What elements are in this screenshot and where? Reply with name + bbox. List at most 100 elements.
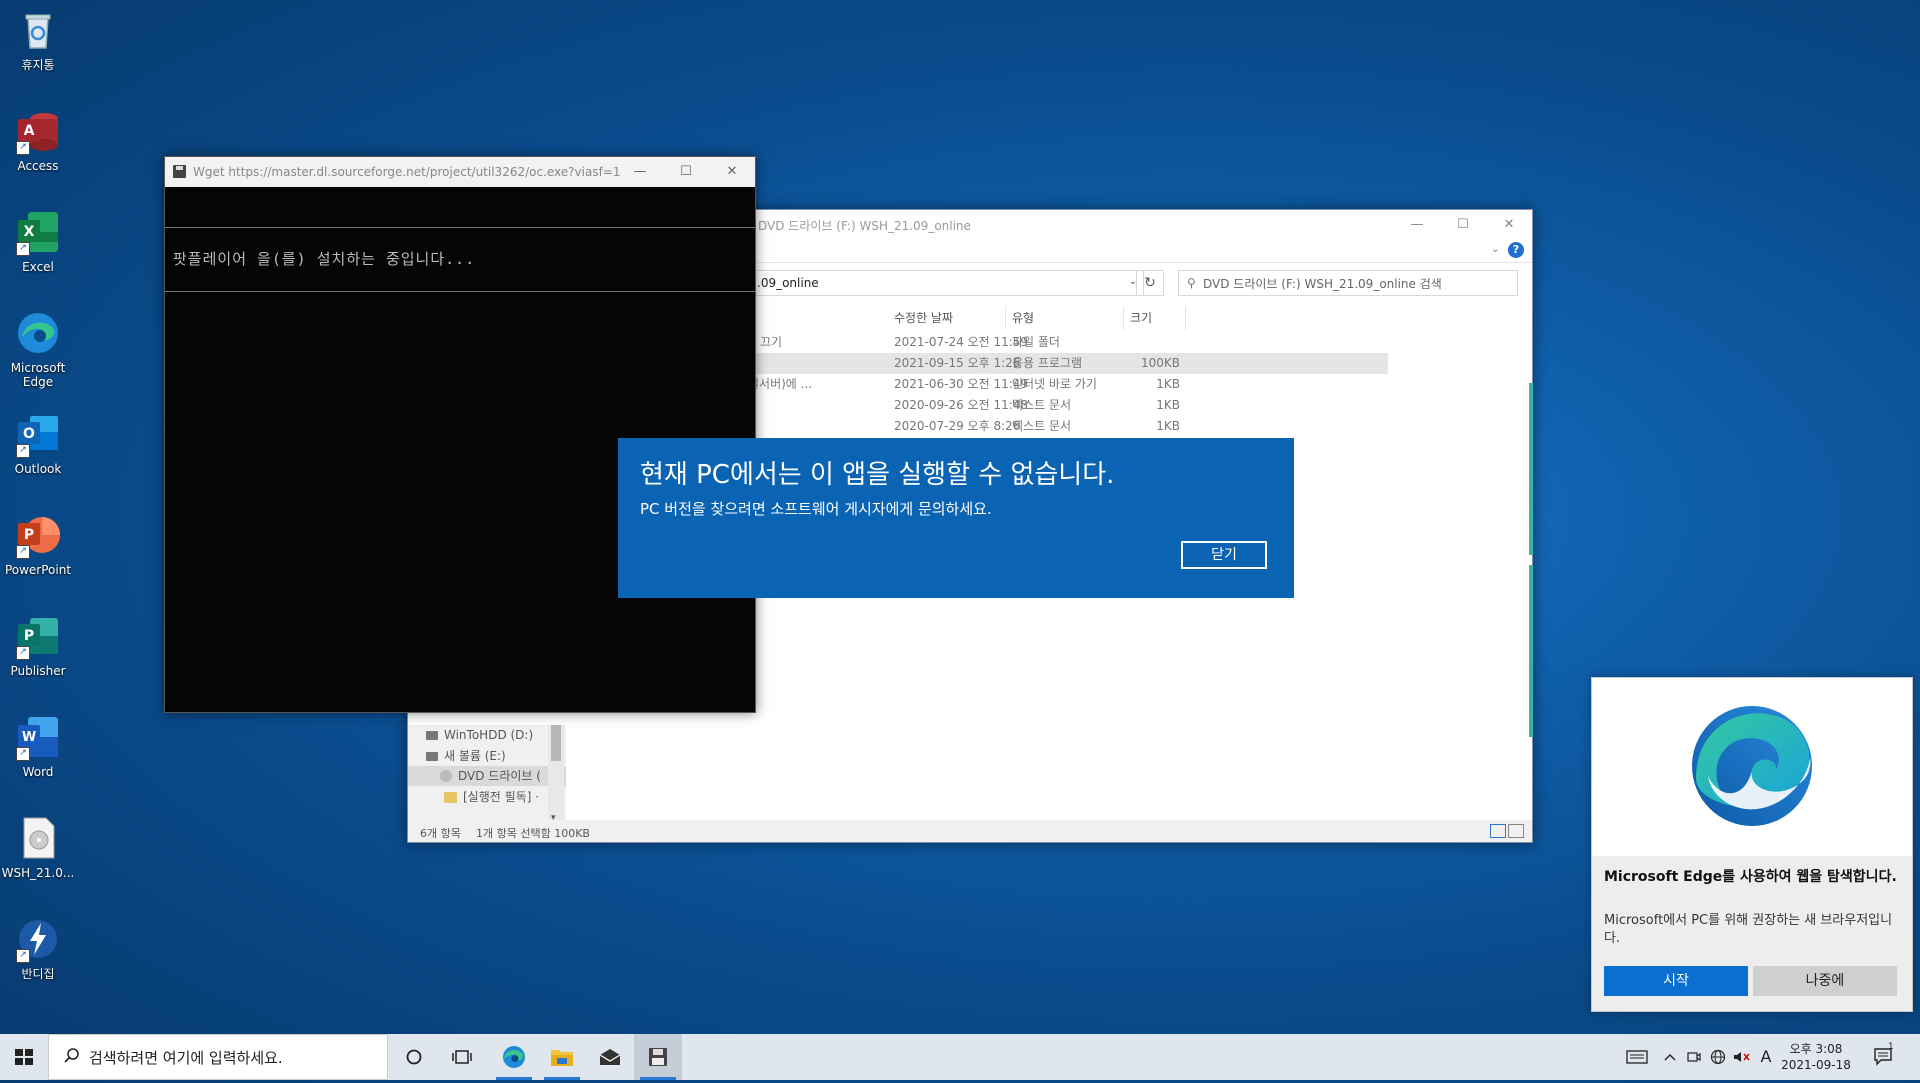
file-type: 텍스트 문서 [1012,398,1072,412]
desktop-icon-outlook[interactable]: O ↗ Outlook [0,410,76,476]
drive-icon [426,730,438,740]
console-title: Wget https://master.dl.sourceforge.net/p… [193,165,621,179]
desktop-icon-label: WSH_21.0... [1,866,75,880]
nav-item-drive-e[interactable]: 새 볼륨 (E:) [426,746,506,766]
taskbar-wget-console[interactable] [634,1034,682,1080]
close-button[interactable]: ✕ [1486,210,1532,240]
clock-time: 오후 3:08 [1789,1042,1843,1056]
desktop-icon-recycle-bin[interactable]: 휴지통 [0,6,76,72]
file-row[interactable]: 2020-07-29 오후 8:26 텍스트 문서 1KB [748,416,1388,437]
close-button[interactable]: ✕ [709,157,755,187]
maximize-button[interactable]: ☐ [663,157,709,187]
show-hidden-icons-chevron-icon[interactable] [1660,1034,1680,1080]
column-type[interactable]: 유형 [1006,306,1124,330]
cortana-button[interactable] [390,1034,438,1080]
console-titlebar[interactable]: Wget https://master.dl.sourceforge.net/p… [165,157,755,187]
start-button[interactable] [0,1034,48,1080]
desktop-icon-edge[interactable]: Microsoft Edge [0,309,76,389]
shortcut-arrow-icon: ↗ [16,747,30,761]
large-icons-view-icon[interactable] [1508,824,1524,838]
notification-center-button[interactable]: 1 [1864,1034,1904,1080]
notification-hero [1592,678,1912,856]
file-type: 응용 프로그램 [1012,356,1083,370]
clock-date: 2021-09-18 [1781,1058,1851,1072]
close-dialog-button[interactable]: 닫기 [1181,541,1267,569]
desktop-icon-access[interactable]: A ↗ Access [0,107,76,173]
taskbar-mail[interactable] [586,1034,634,1080]
desktop-icon-label: 휴지통 [21,58,55,72]
shortcut-arrow-icon: ↗ [16,949,30,963]
start-button[interactable]: 시작 [1604,966,1748,996]
ime-mode-indicator[interactable]: A [1756,1034,1776,1080]
nav-item-label: [실행전 필독] · [463,790,540,804]
nav-item-dvd-drive[interactable]: DVD 드라이브 ( [408,766,566,786]
desktop-icon-word[interactable]: W ↗ Word [0,713,76,779]
edge-icon [14,309,62,357]
taskbar: 검색하려면 여기에 입력하세요. A 오후 3:08 2021-09-18 1 [0,1034,1920,1080]
minimize-button[interactable]: — [1394,210,1440,240]
details-view-icon[interactable] [1490,824,1506,838]
later-button[interactable]: 나중에 [1753,966,1897,996]
console-window[interactable]: Wget https://master.dl.sourceforge.net/p… [164,156,756,713]
desktop-icon-label: Access [17,159,59,173]
word-icon: W ↗ [14,713,62,761]
file-size: 1KB [1156,398,1180,412]
scroll-thumb[interactable] [551,725,561,761]
taskbar-edge[interactable] [490,1034,538,1080]
column-size[interactable]: 크기 [1124,306,1186,330]
address-bar[interactable]: .09_online ⌄ [748,270,1144,296]
taskbar-search-input[interactable]: 검색하려면 여기에 입력하세요. [48,1034,388,1080]
task-view-button[interactable] [438,1034,486,1080]
window-edge-accent [1529,383,1533,555]
file-row[interactable]: 일서버)에 ... 2021-06-30 오전 11:49 인터넷 바로 가기 … [748,374,1388,395]
desktop-icon-excel[interactable]: X ↗ Excel [0,208,76,274]
shortcut-arrow-icon: ↗ [16,242,30,256]
network-globe-icon[interactable] [1708,1034,1728,1080]
refresh-button[interactable]: ↻ [1136,270,1164,296]
desktop-icon-bandizip[interactable]: ↗ 반디집 [0,915,76,981]
file-type: 텍스트 문서 [1012,419,1072,433]
minimize-button[interactable]: — [617,157,663,187]
svg-text:O: O [23,426,35,442]
search-input[interactable]: ⚲ DVD 드라이브 (F:) WSH_21.09_online 검색 [1178,270,1518,296]
taskbar-file-explorer[interactable] [538,1034,586,1080]
dialog-message: PC 버전을 찾으려면 소프트웨어 게시자에게 문의하세요. [640,500,992,518]
input-indicator-icon[interactable] [1622,1034,1652,1080]
file-date: 2021-06-30 오전 11:49 [894,377,1029,391]
disc-image-icon [14,814,62,862]
windows-logo-icon [15,1049,33,1065]
svg-text:W: W [22,730,36,745]
file-date: 2021-09-15 오후 1:26 [894,356,1021,370]
console-divider [165,227,755,228]
file-date: 2020-07-29 오후 8:26 [894,419,1021,433]
floppy-disk-icon [173,165,186,178]
column-date[interactable]: 수정한 날짜 [888,306,1006,330]
task-view-icon [452,1050,472,1064]
edge-logo-icon [1692,706,1812,826]
ribbon-expand-icon[interactable]: ⌄ [1491,242,1500,255]
volume-muted-icon[interactable] [1732,1034,1752,1080]
svg-text:X: X [24,224,35,240]
file-size: 100KB [1140,356,1180,370]
file-row[interactable]: 2020-09-26 오전 11:48 텍스트 문서 1KB [748,395,1388,416]
desktop-icon-powerpoint[interactable]: P ↗ PowerPoint [0,511,76,577]
status-bar: 6개 항목 1개 항목 선택함 100KB [408,820,1532,842]
notification-badge: 1 [1888,1042,1894,1052]
column-name[interactable] [748,306,888,330]
file-row[interactable]: 끄기 2021-07-24 오전 11:59 파일 폴더 [748,332,1388,353]
notification-text: Microsoft에서 PC를 위해 권장하는 새 브라우저입니다. [1604,913,1893,946]
taskbar-search-placeholder: 검색하려면 여기에 입력하세요. [89,1048,283,1067]
file-row[interactable]: 2021-09-15 오후 1:26 응용 프로그램 100KB [748,353,1388,374]
nav-item-drive-d[interactable]: WinToHDD (D:) [426,725,533,745]
shortcut-arrow-icon: ↗ [16,444,30,458]
desktop-icon-disc-image[interactable]: WSH_21.0... [0,814,76,880]
nav-item-folder[interactable]: [실행전 필독] · [444,787,539,807]
taskbar-clock[interactable]: 오후 3:08 2021-09-18 [1776,1041,1856,1073]
desktop-icon-publisher[interactable]: P ↗ Publisher [0,612,76,678]
item-count: 6개 항목 [420,827,461,840]
meet-now-icon[interactable] [1684,1034,1704,1080]
help-icon[interactable]: ? [1508,242,1524,258]
nav-scrollbar[interactable]: ▾ [548,725,564,823]
maximize-button[interactable]: ☐ [1440,210,1486,240]
outlook-icon: O ↗ [14,410,62,458]
